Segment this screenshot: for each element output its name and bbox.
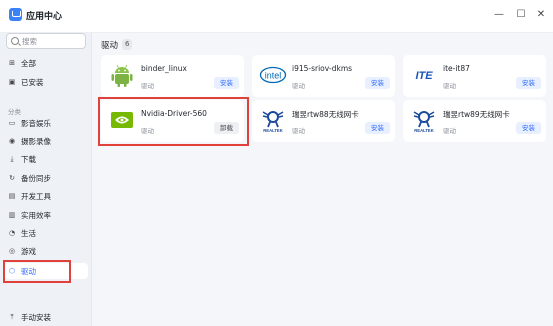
- manual-install-label: 手动安装: [21, 313, 51, 322]
- play-icon: ▭: [8, 119, 16, 127]
- category-heading: 驱动: [101, 41, 119, 51]
- app-name: 瑞昱rtw88无线网卡: [292, 110, 359, 119]
- sidebar-item-label: 影音娱乐: [21, 119, 51, 128]
- app-center-window: 应用中心 — ☐ ✕ 搜索 ⊞ 全部 ▣ 已安装 分类 ▭ 影音娱乐 ◉ 摄影录…: [0, 0, 553, 326]
- sidebar-item-label: 开发工具: [21, 192, 51, 201]
- sidebar-item-life[interactable]: ◔ 生活: [4, 225, 88, 241]
- installed-icon: ▣: [8, 78, 16, 86]
- main-content: 驱动 6 binder_linux 驱动 安装 intel i915-sriov…: [92, 33, 553, 326]
- sidebar-item-all[interactable]: ⊞ 全部: [4, 55, 88, 71]
- svg-text:REALTEK: REALTEK: [414, 128, 433, 133]
- manual-install-button[interactable]: ⤒ 手动安装: [4, 309, 88, 325]
- realtek-logo: REALTEK: [413, 111, 435, 133]
- code-icon: ▤: [8, 192, 16, 200]
- svg-text:ITE: ITE: [415, 70, 433, 82]
- sidebar-drivers-highlight: [3, 260, 71, 283]
- sidebar-item-download[interactable]: ⤓ 下载: [4, 151, 88, 167]
- install-button[interactable]: 安装: [516, 77, 541, 89]
- app-card-rtw88[interactable]: REALTEK 瑞昱rtw88无线网卡 驱动 安装: [252, 100, 395, 142]
- window-title: 应用中心: [26, 12, 63, 22]
- game-icon: ◎: [8, 247, 16, 255]
- sidebar-item-label: 生活: [21, 229, 36, 238]
- upload-icon: ⤒: [10, 313, 14, 321]
- sidebar-item-utility[interactable]: ▥ 实用效率: [4, 207, 88, 223]
- search-input[interactable]: 搜索: [6, 33, 86, 49]
- sidebar-item-media[interactable]: ▭ 影音娱乐: [4, 115, 88, 131]
- sync-icon: ↻: [9, 174, 15, 182]
- sidebar-item-label: 游戏: [21, 247, 36, 256]
- sidebar-item-label: 实用效率: [21, 211, 51, 220]
- download-icon: ⤓: [10, 155, 14, 163]
- intel-logo: intel: [259, 66, 287, 84]
- install-button[interactable]: 安装: [214, 77, 239, 89]
- nvidia-card-highlight: [98, 97, 249, 146]
- app-center-icon: [9, 8, 22, 21]
- app-name: ite-it87: [443, 64, 470, 73]
- close-button[interactable]: ✕: [535, 9, 547, 21]
- tool-icon: ▥: [8, 211, 16, 219]
- app-name: i915-sriov-dkms: [292, 64, 353, 73]
- app-category: 驱动: [292, 127, 305, 135]
- sidebar-item-label: 已安装: [21, 78, 44, 87]
- sidebar-item-games[interactable]: ◎ 游戏: [4, 243, 88, 259]
- life-icon: ◔: [8, 229, 16, 237]
- realtek-logo: REALTEK: [262, 111, 284, 133]
- install-button[interactable]: 安装: [365, 122, 390, 134]
- install-button[interactable]: 安装: [516, 122, 541, 134]
- sidebar-item-backup[interactable]: ↻ 备份同步: [4, 170, 88, 186]
- sidebar-item-label: 全部: [21, 59, 36, 68]
- svg-text:intel: intel: [265, 71, 282, 81]
- maximize-button[interactable]: ☐: [515, 9, 527, 21]
- ite-logo: ITE: [415, 70, 433, 82]
- camera-icon: ◉: [8, 137, 16, 145]
- svg-text:REALTEK: REALTEK: [263, 128, 282, 133]
- app-name: binder_linux: [141, 64, 187, 73]
- title-bar: 应用中心 — ☐ ✕: [0, 0, 553, 33]
- sidebar-item-label: 摄影录像: [21, 137, 51, 146]
- app-name: 瑞昱rtw89无线网卡: [443, 110, 510, 119]
- search-icon: [11, 37, 19, 45]
- category-count-badge: 6: [122, 39, 133, 50]
- app-category: 驱动: [443, 127, 456, 135]
- app-card-binder-linux[interactable]: binder_linux 驱动 安装: [101, 55, 244, 97]
- app-card-rtw89[interactable]: REALTEK 瑞昱rtw89无线网卡 驱动 安装: [403, 100, 546, 142]
- app-card-i915-sriov-dkms[interactable]: intel i915-sriov-dkms 驱动 安装: [252, 55, 395, 97]
- sidebar-item-label: 下载: [21, 155, 36, 164]
- minimize-button[interactable]: —: [493, 9, 505, 21]
- app-category: 驱动: [443, 82, 456, 90]
- app-category: 驱动: [141, 82, 154, 90]
- sidebar-item-photo[interactable]: ◉ 摄影录像: [4, 133, 88, 149]
- search-placeholder: 搜索: [22, 37, 37, 46]
- install-button[interactable]: 安装: [365, 77, 390, 89]
- app-card-ite-it87[interactable]: ITE ite-it87 驱动 安装: [403, 55, 546, 97]
- grid-icon: ⊞: [9, 59, 15, 67]
- sidebar-item-installed[interactable]: ▣ 已安装: [4, 74, 88, 90]
- app-category: 驱动: [292, 82, 305, 90]
- android-icon: [111, 64, 133, 87]
- sidebar-item-dev[interactable]: ▤ 开发工具: [4, 188, 88, 204]
- sidebar-item-label: 备份同步: [21, 174, 51, 183]
